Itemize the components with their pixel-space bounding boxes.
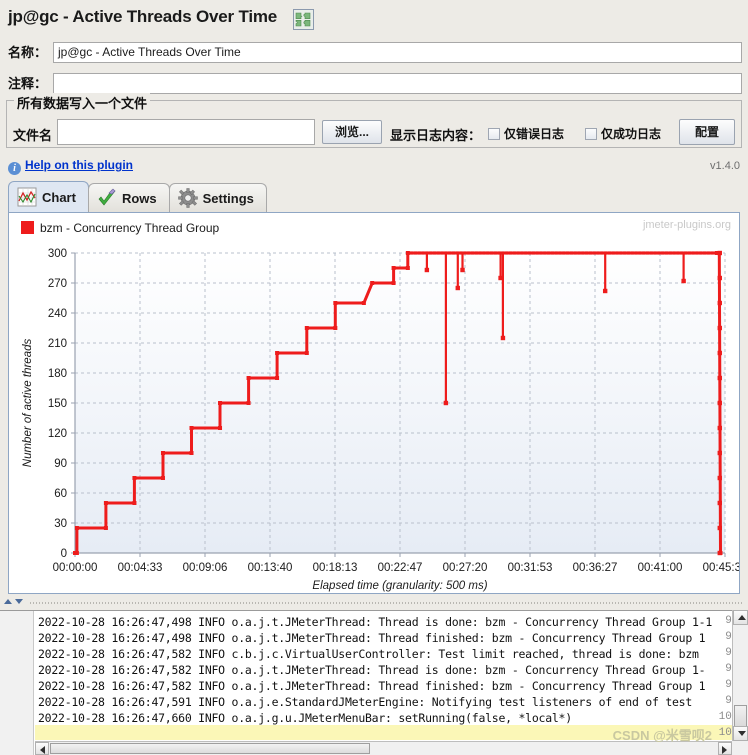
log-line: 2022-10-28 16:26:47,582 INFO o.a.j.t.JMe…	[38, 663, 706, 677]
svg-text:00:41:00: 00:41:00	[638, 562, 683, 574]
tab-rows[interactable]: Rows	[87, 183, 170, 213]
chart-panel[interactable]: bzm - Concurrency Thread Group jmeter-pl…	[8, 212, 740, 594]
help-link[interactable]: Help on this plugin	[25, 158, 133, 172]
log-vertical-scrollbar[interactable]	[732, 610, 748, 741]
success-log-checkbox[interactable]: 仅成功日志	[585, 125, 661, 142]
svg-text:00:00:00: 00:00:00	[53, 562, 98, 574]
scroll-down-button[interactable]	[733, 726, 748, 741]
svg-text:150: 150	[48, 398, 67, 410]
file-output-group-title: 所有数据写入一个文件	[14, 93, 151, 112]
svg-text:00:45:34: 00:45:34	[703, 562, 739, 574]
svg-text:00:31:53: 00:31:53	[508, 562, 553, 574]
chart-plot: 0 30 60 90 120 150 180 210 240 270 300 00:00:00 00:0…	[22, 248, 739, 592]
green-check-icon	[97, 188, 117, 208]
scroll-left-button[interactable]	[35, 742, 49, 755]
vertical-scroll-thumb[interactable]	[734, 705, 747, 727]
svg-text:00:22:47: 00:22:47	[378, 562, 423, 574]
svg-text:00:36:27: 00:36:27	[573, 562, 618, 574]
tab-chart[interactable]: Chart	[8, 181, 89, 213]
svg-text:270: 270	[48, 278, 67, 290]
log-line: 2022-10-28 16:26:47,660 INFO o.a.j.g.u.J…	[38, 711, 572, 725]
name-label: 名称：	[8, 45, 48, 60]
gear-icon	[177, 188, 198, 208]
svg-text:60: 60	[54, 488, 67, 500]
svg-text:120: 120	[48, 428, 67, 440]
caret-left-icon	[40, 745, 45, 754]
svg-text:300: 300	[48, 248, 67, 260]
success-log-label: 仅成功日志	[601, 127, 662, 141]
log-display-label: 显示日志内容：	[390, 128, 482, 143]
svg-text:00:13:40: 00:13:40	[248, 562, 293, 574]
log-line: 2022-10-28 16:26:47,582 INFO o.a.j.t.JMe…	[38, 679, 706, 693]
svg-text:240: 240	[48, 308, 67, 320]
comment-label: 注释：	[8, 76, 48, 91]
log-line: 2022-10-28 16:26:47,498 INFO o.a.j.t.JMe…	[38, 615, 713, 629]
help-link-wrap[interactable]: i Help on this plugin	[8, 158, 133, 175]
split-pane-divider[interactable]	[0, 596, 748, 610]
name-row: 名称：	[8, 42, 47, 66]
info-icon: i	[8, 162, 21, 175]
tab-bar: Chart Rows Settings	[8, 181, 267, 213]
line-chart-icon	[17, 187, 37, 207]
log-watermark: CSDN @米雪呗2	[612, 728, 712, 743]
svg-text:Elapsed time (granularity: 500: Elapsed time (granularity: 500 ms)	[312, 580, 487, 592]
scroll-up-button[interactable]	[733, 610, 748, 625]
divider-grip	[30, 602, 744, 604]
svg-text:0: 0	[61, 548, 67, 560]
collapse-down-icon[interactable]	[15, 599, 23, 604]
browse-button[interactable]: 浏览...	[322, 120, 382, 144]
scroll-right-button[interactable]	[718, 742, 732, 755]
checkbox-box-success[interactable]	[585, 128, 597, 140]
svg-text:90: 90	[54, 458, 67, 470]
svg-text:00:18:13: 00:18:13	[313, 562, 358, 574]
collapse-up-icon[interactable]	[4, 599, 12, 604]
log-line: 2022-10-28 16:26:47,498 INFO o.a.j.t.JMe…	[38, 631, 706, 645]
log-line: 2022-10-28 16:26:47,591 INFO o.a.j.e.Sta…	[38, 695, 693, 709]
svg-text:00:27:20: 00:27:20	[443, 562, 488, 574]
tab-settings[interactable]: Settings	[168, 183, 267, 213]
error-log-checkbox[interactable]: 仅错误日志	[488, 125, 564, 142]
caret-down-icon	[737, 731, 746, 736]
tab-settings-label: Settings	[202, 191, 254, 206]
comment-input[interactable]	[53, 73, 742, 94]
svg-text:Number of active threads: Number of active threads	[22, 339, 34, 468]
svg-text:180: 180	[48, 368, 67, 380]
horizontal-scroll-thumb[interactable]	[50, 743, 370, 754]
scrollbar-corner	[732, 741, 748, 755]
log-gutter	[0, 611, 34, 755]
log-line: 2022-10-28 16:26:47,582 INFO c.b.j.c.Vir…	[38, 647, 699, 661]
caret-right-icon	[722, 745, 727, 754]
configure-button[interactable]: 配置	[679, 119, 735, 145]
plugin-panel: jp@gc - Active Threads Over Time 名称： jp@…	[0, 0, 748, 755]
svg-text:00:04:33: 00:04:33	[118, 562, 163, 574]
version-label: v1.4.0	[710, 160, 740, 172]
filename-input[interactable]	[57, 119, 315, 145]
svg-text:00:09:06: 00:09:06	[183, 562, 228, 574]
puzzle-pieces-icon[interactable]	[293, 9, 314, 30]
checkbox-box-error[interactable]	[488, 128, 500, 140]
tab-rows-label: Rows	[121, 191, 157, 206]
panel-header: jp@gc - Active Threads Over Time	[0, 0, 748, 36]
svg-text:210: 210	[48, 338, 67, 350]
error-log-label: 仅错误日志	[504, 127, 565, 141]
filename-label: 文件名	[13, 128, 53, 143]
svg-text:30: 30	[54, 518, 67, 530]
tab-chart-label: Chart	[42, 190, 76, 205]
page-title: jp@gc - Active Threads Over Time	[8, 7, 278, 26]
caret-up-icon	[737, 615, 746, 620]
name-input[interactable]: jp@gc - Active Threads Over Time	[53, 42, 742, 63]
